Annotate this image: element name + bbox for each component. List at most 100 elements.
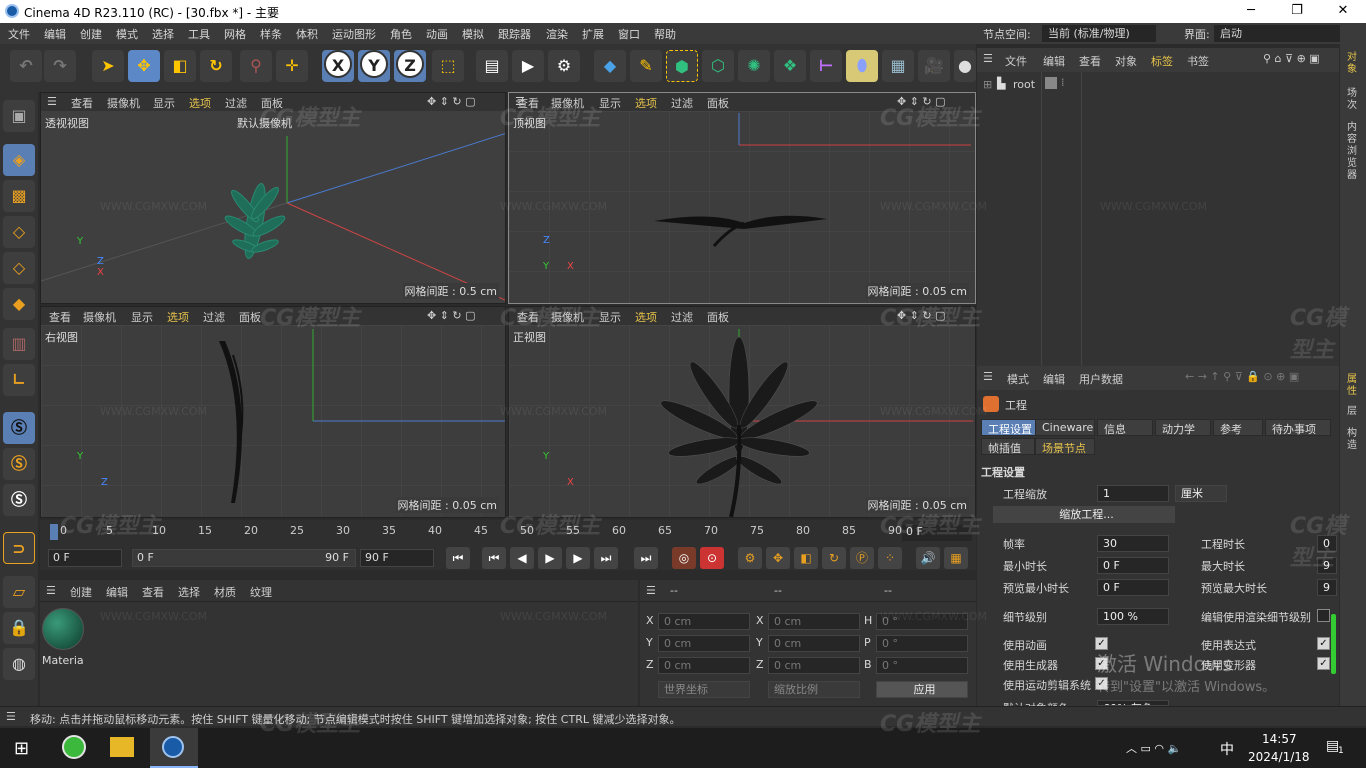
attr-nav-icons[interactable]: ← → ↑ ⚲ ⊽ 🔒 ⊙ ⊕ ▣ [1185, 370, 1299, 383]
go-end-icon[interactable]: ⏭ [634, 547, 658, 569]
mat-menu-select[interactable]: 选择 [178, 584, 200, 600]
obj-menu-view[interactable]: 查看 [1079, 53, 1101, 69]
menu-animate[interactable]: 动画 [426, 26, 448, 42]
snap-icon[interactable]: Ⓢ [3, 412, 35, 444]
browser-icon[interactable] [62, 735, 86, 759]
bend-deformer-icon[interactable]: ⊢ [810, 50, 842, 82]
light-icon[interactable]: ● [954, 50, 976, 82]
sphere-grid-icon[interactable]: ◍ [3, 648, 35, 680]
obj-menu-file[interactable]: 文件 [1005, 53, 1027, 69]
side-tab-layers[interactable]: 层 [1347, 406, 1359, 418]
vp-menu-view[interactable]: ☰ [47, 95, 57, 108]
lod-render-checkbox[interactable] [1317, 609, 1330, 622]
tab-dynamics[interactable]: 动力学 [1155, 419, 1211, 436]
project-scale-input[interactable]: 1 [1097, 485, 1169, 502]
obj-menu-tags[interactable]: 标签 [1151, 53, 1173, 69]
menu-file[interactable]: 文件 [8, 26, 30, 42]
panel-menu-icon[interactable]: ☰ [6, 710, 16, 723]
tab-cineware[interactable]: Cineware [1035, 419, 1095, 436]
menu-volume[interactable]: 体积 [296, 26, 318, 42]
scale-mode-select[interactable]: 缩放比例 [768, 681, 860, 698]
playhead[interactable] [50, 524, 58, 540]
extrude-icon[interactable]: ⬡ [702, 50, 734, 82]
rotate-tool-icon[interactable]: ↻ [200, 50, 232, 82]
clock-date[interactable]: 2024/1/18 [1248, 750, 1310, 764]
size-y-input[interactable]: 0 cm [768, 635, 860, 652]
key-param-icon[interactable]: Ⓟ [850, 547, 874, 569]
key-pla-icon[interactable]: ⁘ [878, 547, 902, 569]
side-tab-content-browser[interactable]: 内容浏览器 [1347, 122, 1359, 182]
prev-key-icon[interactable]: ⏮ [482, 547, 506, 569]
vp-menu-display[interactable]: 显示 [599, 309, 621, 325]
grid-plane-icon[interactable]: ▱ [3, 576, 35, 608]
transform-tool-icon[interactable]: ✛ [276, 50, 308, 82]
key-position-icon[interactable]: ✥ [766, 547, 790, 569]
material-swatch[interactable]: Materia [42, 608, 86, 668]
vp-nav-icons[interactable]: ✥ ⇕ ↻ ▢ [427, 95, 476, 108]
move-tool-icon[interactable]: ✥ [128, 50, 160, 82]
vp-menu-camera[interactable]: 摄像机 [83, 309, 116, 325]
point-mode-icon[interactable]: ◇ [3, 216, 35, 248]
snap-settings-icon[interactable]: Ⓢ [3, 448, 35, 480]
lod-input[interactable]: 100 % [1097, 608, 1169, 625]
field-icon[interactable]: ⬮ [846, 50, 878, 82]
y-axis-lock-icon[interactable]: Y [358, 50, 390, 82]
tree-item-root[interactable]: ⊞ ▙ root ⁞ [977, 76, 1339, 94]
menu-select[interactable]: 选择 [152, 26, 174, 42]
tray-icons[interactable]: ︿ ▭ ◠ 🔈 [1126, 740, 1181, 756]
auto-key-icon[interactable]: ⊙ [700, 547, 724, 569]
file-explorer-icon[interactable] [110, 737, 134, 757]
render-view-icon[interactable]: ▤ [476, 50, 508, 82]
fracture-icon[interactable]: ❖ [774, 50, 806, 82]
menu-window[interactable]: 窗口 [618, 26, 640, 42]
side-tab-structure[interactable]: 构造 [1347, 428, 1359, 452]
scale-project-button[interactable]: 缩放工程... [993, 506, 1175, 523]
polygon-mode-icon[interactable]: ◆ [3, 288, 35, 320]
magnet-icon[interactable]: ⊃ [3, 532, 35, 564]
vp-menu-view-label[interactable]: 查看 [71, 95, 93, 111]
subdivision-icon[interactable]: ⬢ [666, 50, 698, 82]
keyframe-selection-icon[interactable]: ⚙ [738, 547, 762, 569]
recent-tool-icon[interactable]: ⚲ [240, 50, 272, 82]
obj-search-icons[interactable]: ⚲ ⌂ ⊽ ⊕ ▣ [1263, 52, 1320, 65]
pen-icon[interactable]: ✎ [630, 50, 662, 82]
pos-z-input[interactable]: 0 cm [658, 657, 750, 674]
layout-select[interactable]: 启动 [1214, 25, 1340, 42]
menu-spline[interactable]: 样条 [260, 26, 282, 42]
render-picture-viewer-icon[interactable]: ▶ [512, 50, 544, 82]
undo-icon[interactable]: ↶ [10, 50, 42, 82]
layer-icon[interactable] [1045, 77, 1057, 89]
menu-tracker[interactable]: 跟踪器 [498, 26, 531, 42]
menu-edit[interactable]: 编辑 [44, 26, 66, 42]
texture-mode-icon[interactable]: ▩ [3, 180, 35, 212]
vp-menu-options[interactable]: 选项 [635, 309, 657, 325]
vp-menu-options[interactable]: 选项 [167, 309, 189, 325]
play-icon[interactable]: ▶ [538, 547, 562, 569]
obj-menu-bookmarks[interactable]: 书签 [1187, 53, 1209, 69]
next-frame-icon[interactable]: ▶ [566, 547, 590, 569]
vp-menu-panel[interactable]: 面板 [239, 309, 261, 325]
project-scale-unit[interactable]: 厘米 [1175, 485, 1227, 502]
panel-menu-icon[interactable]: ☰ [983, 52, 993, 65]
vp-menu-panel[interactable]: 面板 [707, 95, 729, 111]
vp-menu-options[interactable]: 选项 [189, 95, 211, 111]
cinema4d-taskbar-button[interactable] [150, 728, 198, 768]
world-coord-select[interactable]: 世界坐标 [658, 681, 750, 698]
make-editable-icon[interactable]: ▣ [3, 100, 35, 132]
scale-tool-icon[interactable]: ◧ [164, 50, 196, 82]
current-frame-field[interactable]: 0 F [48, 549, 122, 567]
panel-menu-icon[interactable]: ☰ [46, 584, 56, 597]
minimize-button[interactable]: ─ [1228, 0, 1274, 23]
use-deformers-checkbox[interactable]: ✓ [1317, 657, 1330, 670]
end-frame-field[interactable]: 90 F [360, 549, 434, 567]
tab-project-settings[interactable]: 工程设置 [981, 419, 1039, 436]
expand-icon[interactable]: ⊞ [983, 78, 992, 91]
apply-button[interactable]: 应用 [876, 681, 968, 698]
quantize-icon[interactable]: Ⓢ [3, 484, 35, 516]
vp-menu-display[interactable]: 显示 [153, 95, 175, 111]
vp-menu-panel[interactable]: 面板 [707, 309, 729, 325]
menu-mesh[interactable]: 网格 [224, 26, 246, 42]
panel-menu-icon[interactable]: ☰ [646, 584, 656, 597]
attr-menu-userdata[interactable]: 用户数据 [1079, 371, 1123, 387]
camera-icon[interactable]: 🎥 [918, 50, 950, 82]
